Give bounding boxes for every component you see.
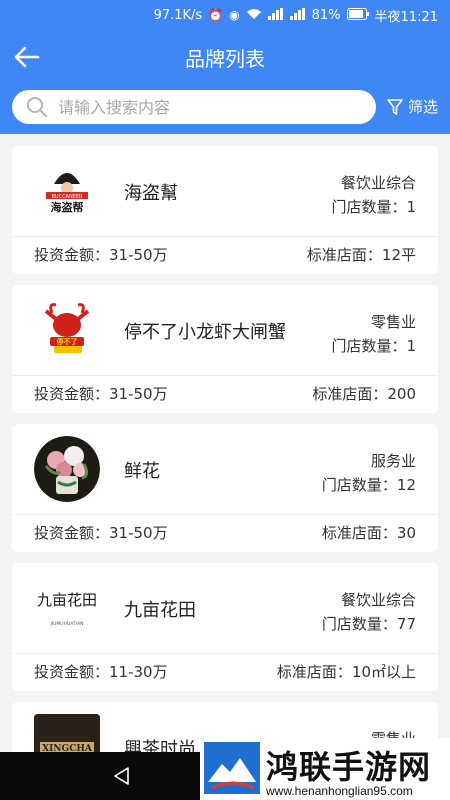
signal-icon bbox=[289, 7, 306, 23]
logo-text: 海盗帮 bbox=[51, 200, 84, 214]
search-icon bbox=[27, 97, 47, 117]
brand-name: 九亩花田 bbox=[124, 600, 196, 621]
battery-icon bbox=[346, 7, 369, 23]
app-header: 品牌列表 bbox=[0, 30, 450, 86]
brand-card[interactable]: 九亩花田 JIUMUHUATIAN 九亩花田 餐饮业综合 门店数量：77 投资金… bbox=[12, 563, 438, 691]
search-bar: 筛选 bbox=[0, 86, 450, 134]
alarm-icon: ⏰ bbox=[208, 8, 224, 22]
investment-amount: 投资金额：31-50万 bbox=[34, 385, 168, 403]
brand-card[interactable]: 停不了 停不了小龙虾大闸蟹 零售业 门店数量：1 投资金额：31-50万 标准店… bbox=[12, 285, 438, 413]
divider bbox=[12, 375, 438, 376]
system-back-button[interactable] bbox=[112, 766, 132, 790]
brand-logo: 九亩花田 JIUMUHUATIAN bbox=[34, 575, 100, 641]
brand-name: 鲜花 bbox=[124, 461, 160, 482]
status-bar: 97.1K/s ⏰ ◉ 81% 半夜11:21 bbox=[0, 0, 450, 30]
logo-sub-text: BUCCANEER bbox=[51, 194, 83, 200]
battery-percent: 81% bbox=[311, 7, 341, 23]
brand-logo: 停不了 bbox=[34, 297, 100, 363]
brand-name: 海盗幫 bbox=[124, 183, 178, 204]
bull-logo-icon bbox=[204, 742, 260, 794]
store-count: 门店数量：1 bbox=[331, 337, 416, 355]
store-count: 门店数量：1 bbox=[331, 198, 416, 216]
filter-label: 筛选 bbox=[408, 98, 439, 116]
divider bbox=[12, 653, 438, 654]
standard-store-area: 标准店面：200 bbox=[312, 385, 416, 403]
divider bbox=[12, 236, 438, 237]
clock: 半夜11:21 bbox=[374, 9, 438, 25]
triangle-back-icon bbox=[114, 767, 129, 785]
investment-amount: 投资金额：11-30万 bbox=[34, 663, 168, 681]
watermark: 鸿联手游网 www.henanhonglian95.com bbox=[200, 738, 450, 800]
filter-button[interactable]: 筛选 bbox=[386, 96, 438, 117]
brand-logo: BUCCANEER 海盗帮 bbox=[34, 158, 100, 224]
brand-card[interactable]: 鲜花 服务业 门店数量：12 投资金额：31-50万 标准店面：30 bbox=[12, 424, 438, 552]
standard-store-area: 标准店面：30 bbox=[321, 524, 416, 542]
brand-card[interactable]: BUCCANEER 海盗帮 海盗幫 餐饮业综合 门店数量：1 投资金额：31-5… bbox=[12, 146, 438, 274]
investment-amount: 投资金额：31-50万 bbox=[34, 246, 168, 264]
network-speed: 97.1K/s bbox=[153, 7, 203, 23]
store-count: 门店数量：77 bbox=[321, 615, 416, 633]
brand-category: 零售业 bbox=[370, 313, 416, 331]
eye-icon: ◉ bbox=[229, 8, 240, 22]
logo-sub-text: JIUMUHUATIAN bbox=[49, 621, 83, 627]
watermark-url: www.henanhonglian95.com bbox=[266, 784, 413, 798]
investment-amount: 投资金额：31-50万 bbox=[34, 524, 168, 542]
divider bbox=[12, 514, 438, 515]
page-title: 品牌列表 bbox=[185, 47, 265, 71]
search-box[interactable] bbox=[12, 90, 376, 124]
logo-text: 停不了 bbox=[57, 337, 78, 346]
brand-category: 餐饮业综合 bbox=[340, 591, 416, 609]
standard-store-area: 标准店面：12平 bbox=[306, 246, 416, 264]
wifi-icon bbox=[246, 8, 262, 23]
brand-logo bbox=[34, 436, 100, 502]
standard-store-area: 标准店面：10㎡以上 bbox=[276, 663, 416, 681]
signal-icon bbox=[267, 7, 284, 23]
brand-name: 停不了小龙虾大闸蟹 bbox=[124, 322, 286, 343]
store-count: 门店数量：12 bbox=[321, 476, 416, 494]
brand-category: 餐饮业综合 bbox=[340, 174, 416, 192]
brand-category: 服务业 bbox=[370, 452, 416, 470]
logo-text: 九亩花田 bbox=[37, 591, 97, 609]
watermark-text: 鸿联手游网 bbox=[266, 748, 432, 786]
funnel-icon bbox=[387, 98, 403, 115]
search-input[interactable] bbox=[58, 97, 348, 117]
